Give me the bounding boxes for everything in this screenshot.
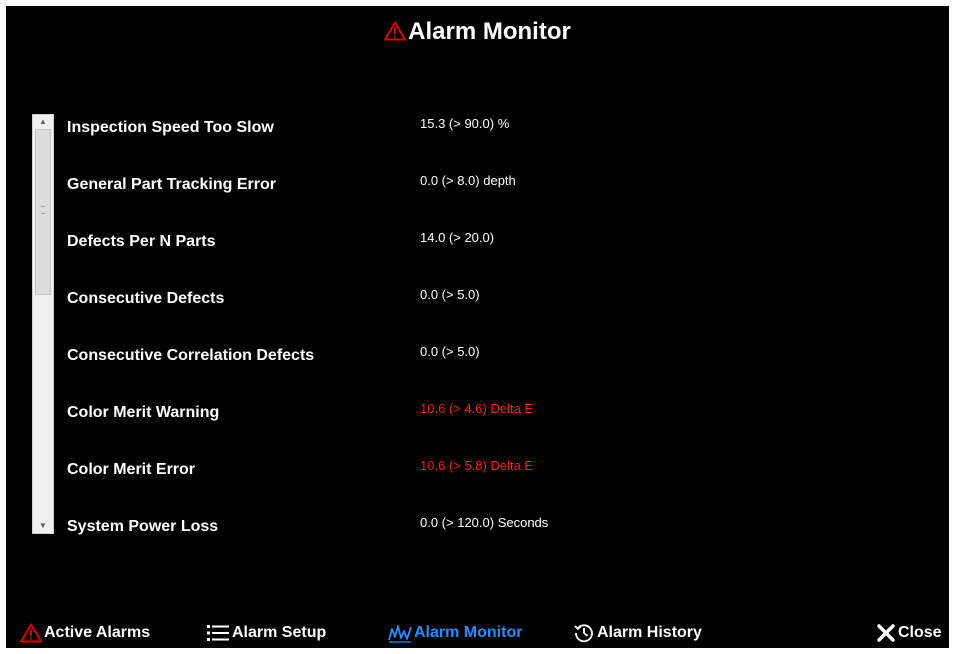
alarm-value-alert: 10.6 (> 5.8) Delta E bbox=[420, 458, 534, 473]
alarm-value: 0.0 (> 5.0) bbox=[420, 344, 480, 359]
alarm-name: Color Merit Error bbox=[67, 461, 196, 478]
scroll-grip-icon bbox=[41, 206, 45, 214]
alarm-name: Consecutive Correlation Defects bbox=[67, 347, 315, 364]
monitor-chart-icon bbox=[388, 623, 412, 643]
nav-alarm-history-label: Alarm History bbox=[597, 624, 702, 641]
alarm-name: Color Merit Warning bbox=[67, 404, 220, 421]
alarm-name: General Part Tracking Error bbox=[67, 176, 276, 193]
alarm-value: 14.0 (> 20.0) bbox=[420, 230, 495, 245]
alarm-row: Inspection Speed Too Slow 15.3 (> 90.0) … bbox=[67, 114, 907, 171]
alarm-name: Defects Per N Parts bbox=[67, 233, 216, 250]
nav-active-alarms-label: Active Alarms bbox=[44, 624, 151, 641]
bottom-nav: Active Alarms Alarm Setup Alarm Monitor … bbox=[6, 618, 949, 648]
alarm-value-alert: 10.6 (> 4.6) Delta E bbox=[420, 401, 534, 416]
close-icon bbox=[876, 623, 896, 643]
warning-icon bbox=[384, 20, 407, 48]
alarm-value: 15.3 (> 90.0) % bbox=[420, 116, 510, 131]
warning-icon bbox=[20, 623, 42, 643]
alarm-row: Color Merit Error 10.6 (> 5.8) Delta E bbox=[67, 456, 907, 513]
nav-alarm-monitor-label: Alarm Monitor bbox=[414, 624, 523, 641]
nav-alarm-monitor-button[interactable]: Alarm Monitor bbox=[388, 618, 522, 648]
alarm-name: Consecutive Defects bbox=[67, 290, 225, 307]
list-icon bbox=[206, 623, 230, 643]
history-icon bbox=[573, 622, 595, 644]
nav-alarm-setup-button[interactable]: Alarm Setup bbox=[206, 618, 326, 648]
alarm-row: System Power Loss 0.0 (> 120.0) Seconds bbox=[67, 513, 907, 570]
alarm-monitor-window: Alarm Monitor ▲ ▼ Inspection Speed Too S… bbox=[6, 6, 949, 648]
page-title-text: Alarm Monitor bbox=[408, 18, 571, 45]
scroll-up-arrow-icon[interactable]: ▲ bbox=[33, 115, 53, 129]
alarm-value: 0.0 (> 5.0) bbox=[420, 287, 480, 302]
alarm-row: Defects Per N Parts 14.0 (> 20.0) bbox=[67, 228, 907, 285]
alarm-row: Consecutive Defects 0.0 (> 5.0) bbox=[67, 285, 907, 342]
scroll-thumb[interactable] bbox=[35, 129, 51, 295]
nav-alarm-history-button[interactable]: Alarm History bbox=[573, 618, 702, 648]
alarm-list: Inspection Speed Too Slow 15.3 (> 90.0) … bbox=[67, 114, 907, 570]
alarm-value: 0.0 (> 120.0) Seconds bbox=[420, 515, 549, 530]
page-title: Alarm Monitor bbox=[6, 18, 949, 48]
nav-active-alarms-button[interactable]: Active Alarms bbox=[20, 618, 150, 648]
alarm-name: System Power Loss bbox=[67, 518, 219, 535]
scroll-down-arrow-icon[interactable]: ▼ bbox=[33, 519, 53, 533]
nav-alarm-setup-label: Alarm Setup bbox=[232, 624, 327, 641]
close-button[interactable]: Close bbox=[876, 618, 942, 648]
alarm-name: Inspection Speed Too Slow bbox=[67, 119, 274, 136]
alarm-row: Color Merit Warning 10.6 (> 4.6) Delta E bbox=[67, 399, 907, 456]
alarm-value: 0.0 (> 8.0) depth bbox=[420, 173, 516, 188]
alarm-row: Consecutive Correlation Defects 0.0 (> 5… bbox=[67, 342, 907, 399]
alarm-list-scrollbar[interactable]: ▲ ▼ bbox=[32, 114, 54, 534]
alarm-row: General Part Tracking Error 0.0 (> 8.0) … bbox=[67, 171, 907, 228]
close-label: Close bbox=[898, 624, 942, 641]
